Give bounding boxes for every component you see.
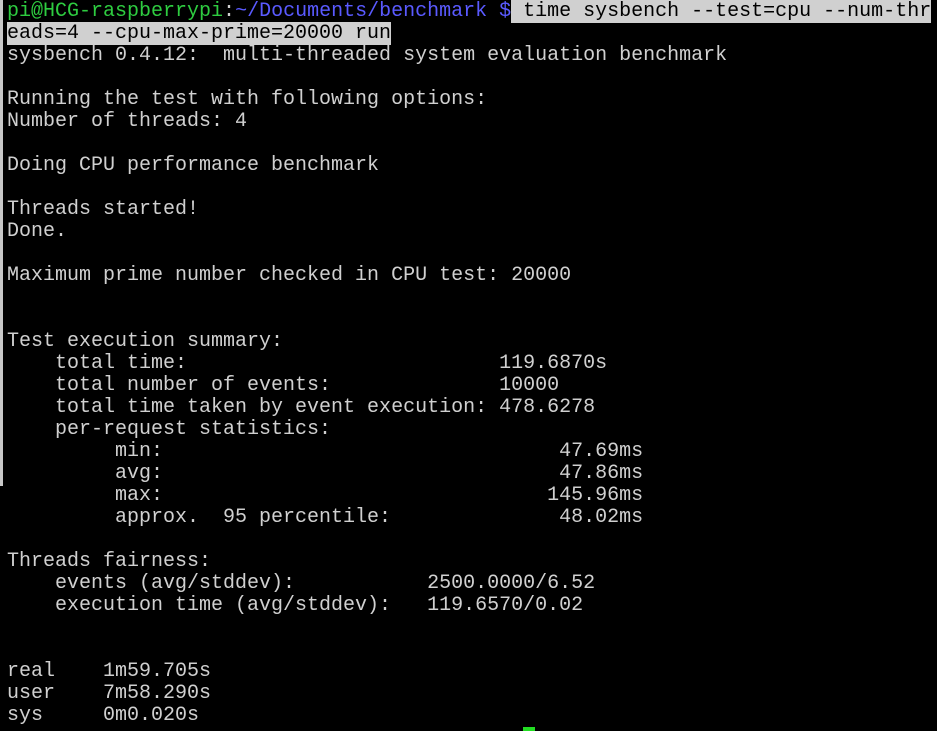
prompt-symbol: $: [487, 0, 512, 23]
output-done: Done.: [7, 220, 68, 243]
output-banner: sysbench 0.4.12: multi-threaded system e…: [7, 44, 728, 67]
prompt-line: pi@HCG-raspberrypi:~/Documents/benchmark…: [7, 0, 932, 23]
output-per-request: per-request statistics:: [7, 418, 332, 441]
command-text-continued[interactable]: eads=4 --cpu-max-prime=20000 run: [7, 22, 392, 45]
prompt-user-host: pi@HCG-raspberrypi: [7, 0, 224, 23]
output-threads-started: Threads started!: [7, 198, 200, 221]
output-total-event-exec: total time taken by event execution: 478…: [7, 396, 596, 419]
output-min: min: 47.69ms: [7, 440, 644, 463]
output-user: user 7m58.290s: [7, 682, 212, 705]
terminal-window[interactable]: pi@HCG-raspberrypi:~/Documents/benchmark…: [0, 0, 937, 731]
prompt-path: ~/Documents/benchmark: [235, 0, 488, 23]
output-exec-time-avg: execution time (avg/stddev): 119.6570/0.…: [7, 594, 584, 617]
command-continuation-line: eads=4 --cpu-max-prime=20000 run: [7, 22, 392, 45]
output-real: real 1m59.705s: [7, 660, 212, 683]
output-approx95: approx. 95 percentile: 48.02ms: [7, 506, 644, 529]
output-doing-cpu: Doing CPU performance benchmark: [7, 154, 380, 177]
prompt-separator: :: [223, 0, 236, 23]
scroll-indicator: [0, 0, 3, 486]
output-avg: avg: 47.86ms: [7, 462, 644, 485]
output-events-avg: events (avg/stddev): 2500.0000/6.52: [7, 572, 596, 595]
command-text[interactable]: time sysbench --test=cpu --num-thr: [511, 0, 932, 23]
output-num-threads: Number of threads: 4: [7, 110, 248, 133]
output-running-options: Running the test with following options:: [7, 88, 488, 111]
output-max: max: 145.96ms: [7, 484, 644, 507]
output-total-events: total number of events: 10000: [7, 374, 560, 397]
output-fairness-header: Threads fairness:: [7, 550, 212, 573]
output-max-prime: Maximum prime number checked in CPU test…: [7, 264, 572, 287]
output-total-time: total time: 119.6870s: [7, 352, 608, 375]
text-cursor: [523, 727, 535, 731]
output-summary-header: Test execution summary:: [7, 330, 284, 353]
output-sys: sys 0m0.020s: [7, 704, 200, 727]
